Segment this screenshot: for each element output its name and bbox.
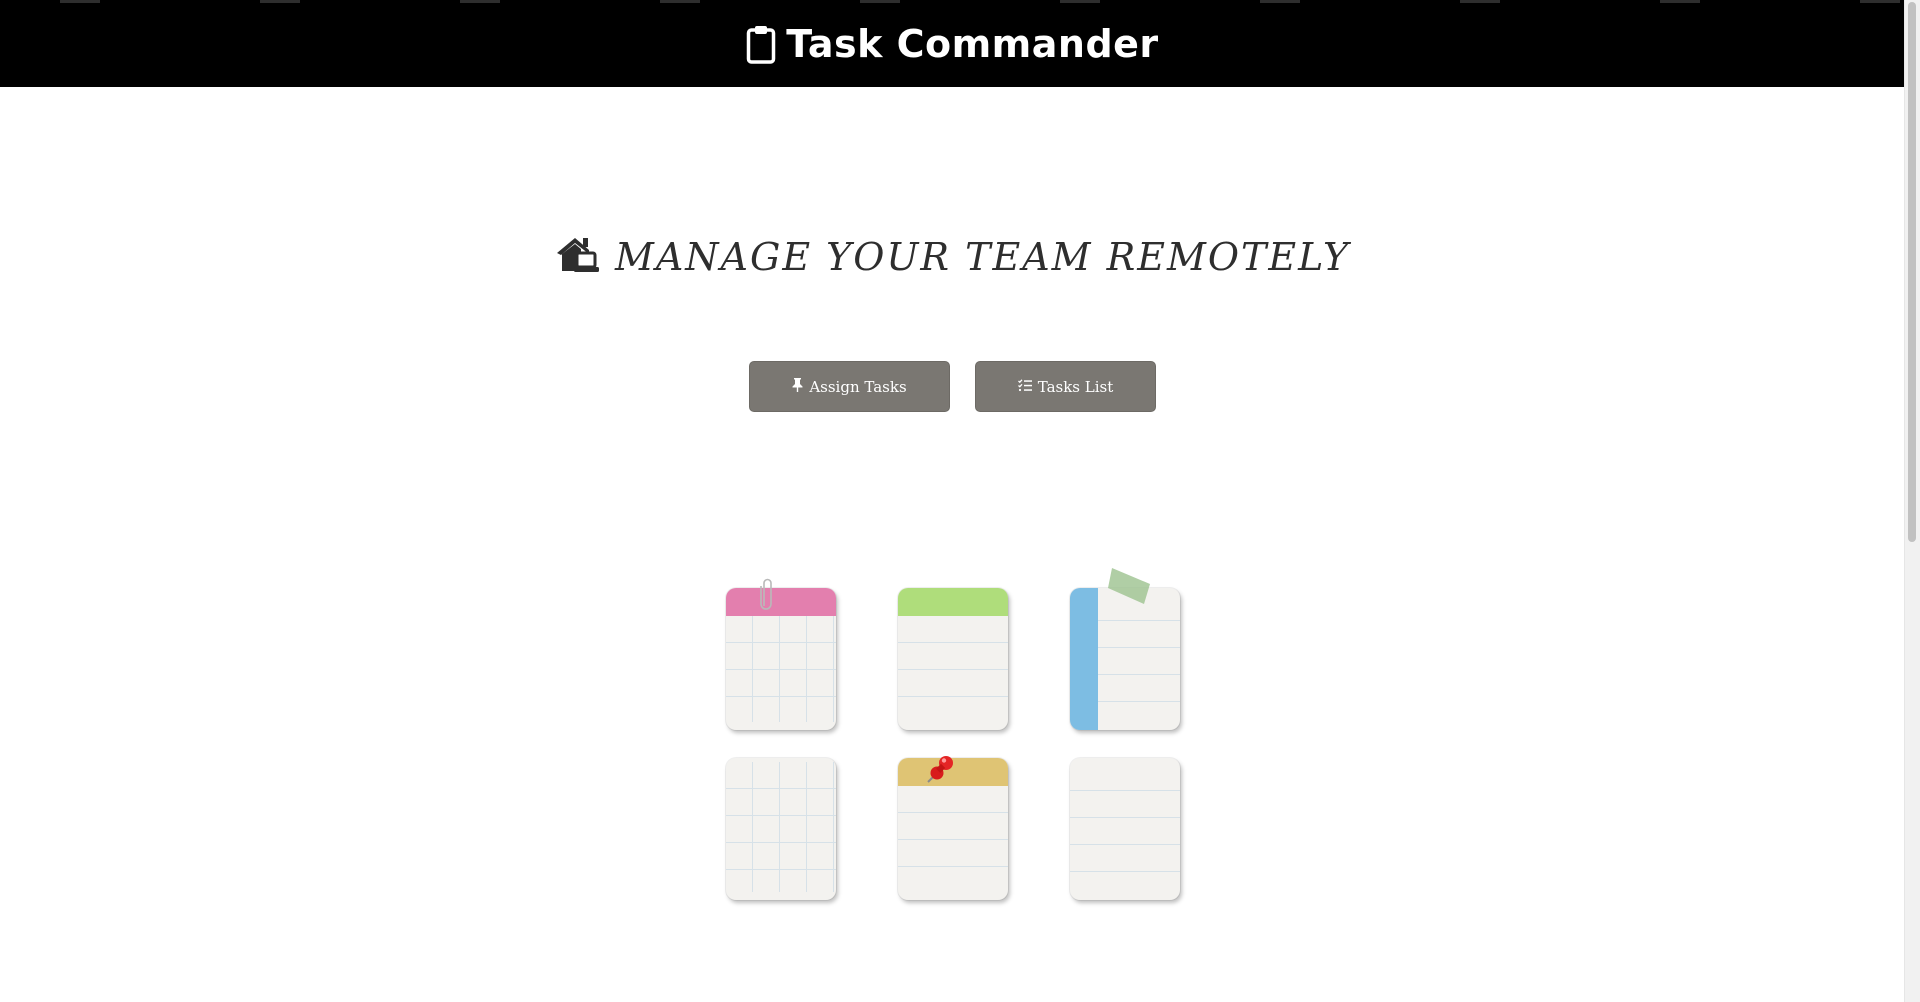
note-plain [1070,758,1180,900]
list-check-icon [1017,378,1032,396]
note-blue [1070,568,1180,730]
note-grid [726,758,836,900]
note-pink [726,578,836,730]
note-header [726,588,836,616]
notes-illustration [726,568,1180,900]
paperclip-icon [760,576,774,616]
brand[interactable]: Task Commander [746,22,1158,66]
top-bar: Task Commander [0,0,1905,87]
hero-title: MANAGE YOUR TEAM REMOTELY [614,235,1351,279]
tasks-list-label: Tasks List [1037,377,1114,396]
tape-icon [1108,566,1152,610]
note-yellow [898,756,1008,900]
assign-tasks-button[interactable]: Assign Tasks [749,361,950,412]
thumbtack-icon [792,377,803,396]
house-laptop-icon [555,235,601,279]
app-title: Task Commander [786,21,1159,66]
action-buttons: Assign Tasks Tasks List [0,361,1905,412]
scrollbar-thumb[interactable] [1908,2,1916,542]
assign-tasks-label: Assign Tasks [809,377,907,396]
note-green [898,588,1008,730]
vertical-scrollbar[interactable] [1904,0,1920,1002]
hero-headline: MANAGE YOUR TEAM REMOTELY [0,235,1905,279]
pushpin-icon [924,752,958,790]
top-bar-pattern [0,0,1905,3]
clipboard-icon [746,24,776,64]
note-spine [1070,588,1098,730]
tasks-list-button[interactable]: Tasks List [975,361,1156,412]
note-header [898,588,1008,616]
